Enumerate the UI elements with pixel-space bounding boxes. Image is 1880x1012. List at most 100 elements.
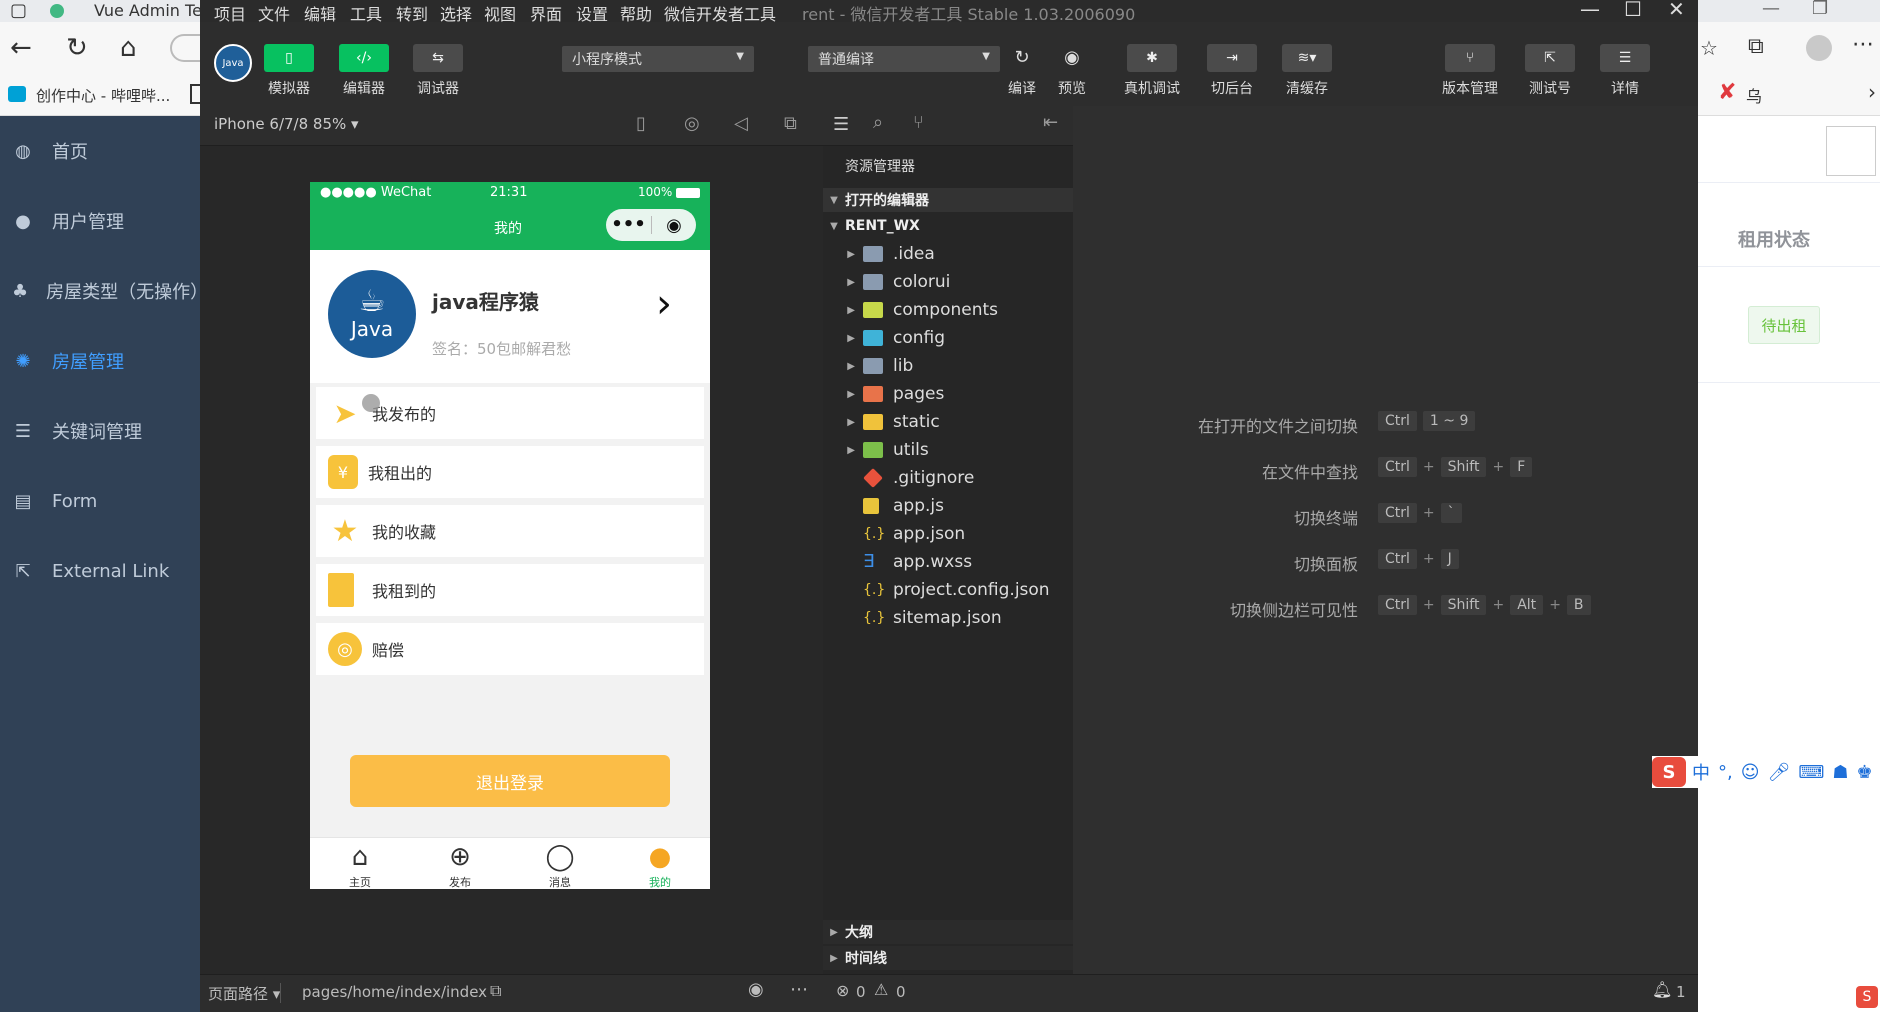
profile-avatar[interactable] xyxy=(1806,35,1832,61)
clear-cache-button[interactable]: ≋▾ xyxy=(1282,44,1332,72)
menu-my-rented-out[interactable]: ¥ 我租出的 xyxy=(316,446,704,498)
close-icon[interactable]: ✕ xyxy=(1668,0,1685,21)
preview-label[interactable]: 预览 xyxy=(1037,78,1107,98)
csdn-favicon-icon[interactable]: ✘ xyxy=(1718,80,1736,105)
tab-mine[interactable]: ● 我的 xyxy=(610,840,710,889)
file-row-static[interactable]: ▶ static xyxy=(823,408,1073,436)
profile-card[interactable]: ☕ Java java程序猿 签名：50包邮解君愁 › xyxy=(310,250,710,383)
menu-compensation[interactable]: ◎ 赔偿 xyxy=(316,623,704,675)
volume-icon[interactable]: ◁ xyxy=(734,113,748,134)
timeline-section[interactable]: ▶ 时间线 xyxy=(823,946,1073,970)
switch-backend-button[interactable]: ⇥ xyxy=(1207,44,1257,72)
address-bar[interactable] xyxy=(170,34,200,62)
test-account-button[interactable]: ⇱ xyxy=(1525,44,1575,72)
capsule-more-icon[interactable]: ••• xyxy=(606,216,651,234)
menu-my-favorites[interactable]: ★ 我的收藏 xyxy=(316,505,704,557)
file-row-pages[interactable]: ▶ pages xyxy=(823,380,1073,408)
sidebar-item-house-management[interactable]: ✺ 房屋管理 xyxy=(0,326,200,396)
voice-icon[interactable]: 🎤︎ xyxy=(1768,762,1791,783)
preview-eye-icon[interactable]: ◉ xyxy=(1052,44,1092,72)
sidebar-item-users[interactable]: ● 用户管理 xyxy=(0,186,200,256)
home-icon[interactable]: ⌂ xyxy=(120,35,137,61)
browser-minimize-icon[interactable]: — xyxy=(1762,0,1780,19)
notification-bell-icon[interactable]: 🔔︎ xyxy=(1652,980,1672,999)
editor-area[interactable]: 在打开的文件之间切换 Ctrl 1 ~ 9 在文件中查找 Ctrl + Shift + F… xyxy=(1073,106,1698,974)
bookmark-fox-icon[interactable]: 乌 xyxy=(1746,83,1762,107)
simulator-toggle-button[interactable]: ▯ xyxy=(264,44,314,72)
debugger-toggle-button[interactable]: ⇆ xyxy=(413,44,463,72)
sidebar-item-home[interactable]: ◍ 首页 xyxy=(0,116,200,186)
tab-home[interactable]: ⌂ 主页 xyxy=(310,840,410,889)
real-device-debug-button[interactable]: ✱ xyxy=(1127,44,1177,72)
version-management-button[interactable]: ⑂ xyxy=(1445,44,1495,72)
sidebar-item-external-link[interactable]: ⇱ External Link xyxy=(0,536,200,606)
reload-icon[interactable]: ↻ xyxy=(66,35,88,61)
compile-mode-select[interactable]: 普通编译 ▼ xyxy=(808,46,1000,72)
file-row-app-wxss[interactable]: ∃ app.wxss xyxy=(823,548,1073,576)
details-button[interactable]: ☰ xyxy=(1600,44,1650,72)
warning-count[interactable]: 0 xyxy=(896,983,906,1001)
sidebar-item-keywords[interactable]: ☰ 关键词管理 xyxy=(0,396,200,466)
minimize-icon[interactable]: — xyxy=(1580,0,1600,21)
logout-button[interactable]: 退出登录 xyxy=(350,755,670,807)
copy-icon[interactable]: ⧉ xyxy=(490,981,501,1001)
tab-messages[interactable]: ◯ 消息 xyxy=(510,840,610,889)
eye-icon[interactable]: ◉ xyxy=(748,979,764,1000)
mode-select[interactable]: 小程序模式 ▼ xyxy=(562,46,754,72)
capsule-close-icon[interactable]: ◉ xyxy=(652,215,696,236)
chevron-right-icon[interactable]: › xyxy=(656,284,672,324)
file-row-utils[interactable]: ▶ utils xyxy=(823,436,1073,464)
detach-window-icon[interactable]: ⧉ xyxy=(784,113,797,134)
favorites-icon[interactable]: ☆ xyxy=(1700,35,1718,61)
page-path-select[interactable]: 页面路径 ▾ xyxy=(208,983,280,1004)
bookmark-folder-icon[interactable] xyxy=(190,84,200,104)
sogou-tray-icon[interactable]: S xyxy=(1856,986,1878,1008)
file-row-sitemap[interactable]: {.} sitemap.json xyxy=(823,604,1073,632)
search-icon[interactable]: ⌕ xyxy=(873,112,883,133)
open-editors-section[interactable]: ▼ 打开的编辑器 xyxy=(823,188,1073,212)
tab-overview-icon[interactable]: ▢ xyxy=(10,0,27,22)
file-row-gitignore[interactable]: .gitignore xyxy=(823,464,1073,492)
file-row-lib[interactable]: ▶ lib xyxy=(823,352,1073,380)
file-row-colorui[interactable]: ▶ colorui xyxy=(823,268,1073,296)
device-phone-icon[interactable]: ▯ xyxy=(636,113,646,134)
compile-icon[interactable]: ↻ xyxy=(1002,44,1042,72)
file-row-components[interactable]: ▶ components xyxy=(823,296,1073,324)
sogou-logo-icon[interactable]: S xyxy=(1652,757,1686,787)
menu-my-rented[interactable]: 我租到的 xyxy=(316,564,704,616)
file-row-project-config[interactable]: {.} project.config.json xyxy=(823,576,1073,604)
collapse-panel-icon[interactable]: ⇤ xyxy=(1043,112,1058,133)
file-row-idea[interactable]: ▶ .idea xyxy=(823,240,1073,268)
back-icon[interactable]: ← xyxy=(10,35,32,61)
file-row-config[interactable]: ▶ config xyxy=(823,324,1073,352)
explorer-icon[interactable]: ☰ xyxy=(833,114,849,135)
editor-toggle-button[interactable]: ‹/› xyxy=(339,44,389,72)
file-row-app-js[interactable]: app.js xyxy=(823,492,1073,520)
more-icon[interactable]: ⋯ xyxy=(1852,32,1874,58)
project-avatar[interactable]: Java xyxy=(214,44,252,82)
device-select[interactable]: iPhone 6/7/8 85% ▾ xyxy=(214,115,359,133)
sidebar-item-form[interactable]: ▤ Form xyxy=(0,466,200,536)
bookmarks-more-icon[interactable]: › xyxy=(1868,80,1876,104)
source-control-icon[interactable]: ⑂ xyxy=(913,112,924,133)
ime-mode[interactable]: 中 xyxy=(1692,759,1710,785)
more-icon[interactable]: ⋯ xyxy=(790,979,808,1000)
browser-tab-title[interactable]: Vue Admin Tem xyxy=(94,1,218,20)
skin-icon[interactable]: ♚ xyxy=(1856,762,1872,783)
tab-publish[interactable]: ⊕ 发布 xyxy=(410,840,510,889)
project-section[interactable]: ▼ RENT_WX xyxy=(823,214,1073,238)
user-center-icon[interactable]: ☗ xyxy=(1832,762,1848,783)
collections-icon[interactable]: ⧉ xyxy=(1748,34,1764,60)
emoji-icon[interactable]: ☺ xyxy=(1741,762,1760,783)
punctuation-icon[interactable]: °, xyxy=(1718,762,1733,783)
outline-section[interactable]: ▶ 大纲 xyxy=(823,920,1073,944)
error-count[interactable]: 0 xyxy=(856,983,866,1001)
warning-icon[interactable]: ⚠ xyxy=(874,980,888,999)
keyboard-icon[interactable]: ⌨ xyxy=(1798,762,1824,783)
file-row-app-json[interactable]: {.} app.json xyxy=(823,520,1073,548)
browser-restore-icon[interactable]: ❐ xyxy=(1812,0,1828,19)
bookmark-item[interactable]: 创作中心 - 哔哩哔... xyxy=(36,85,170,106)
record-icon[interactable]: ◎ xyxy=(684,113,700,134)
notification-count[interactable]: 1 xyxy=(1676,983,1686,1001)
sidebar-item-house-types[interactable]: ♣ 房屋类型（无操作） xyxy=(0,256,208,326)
